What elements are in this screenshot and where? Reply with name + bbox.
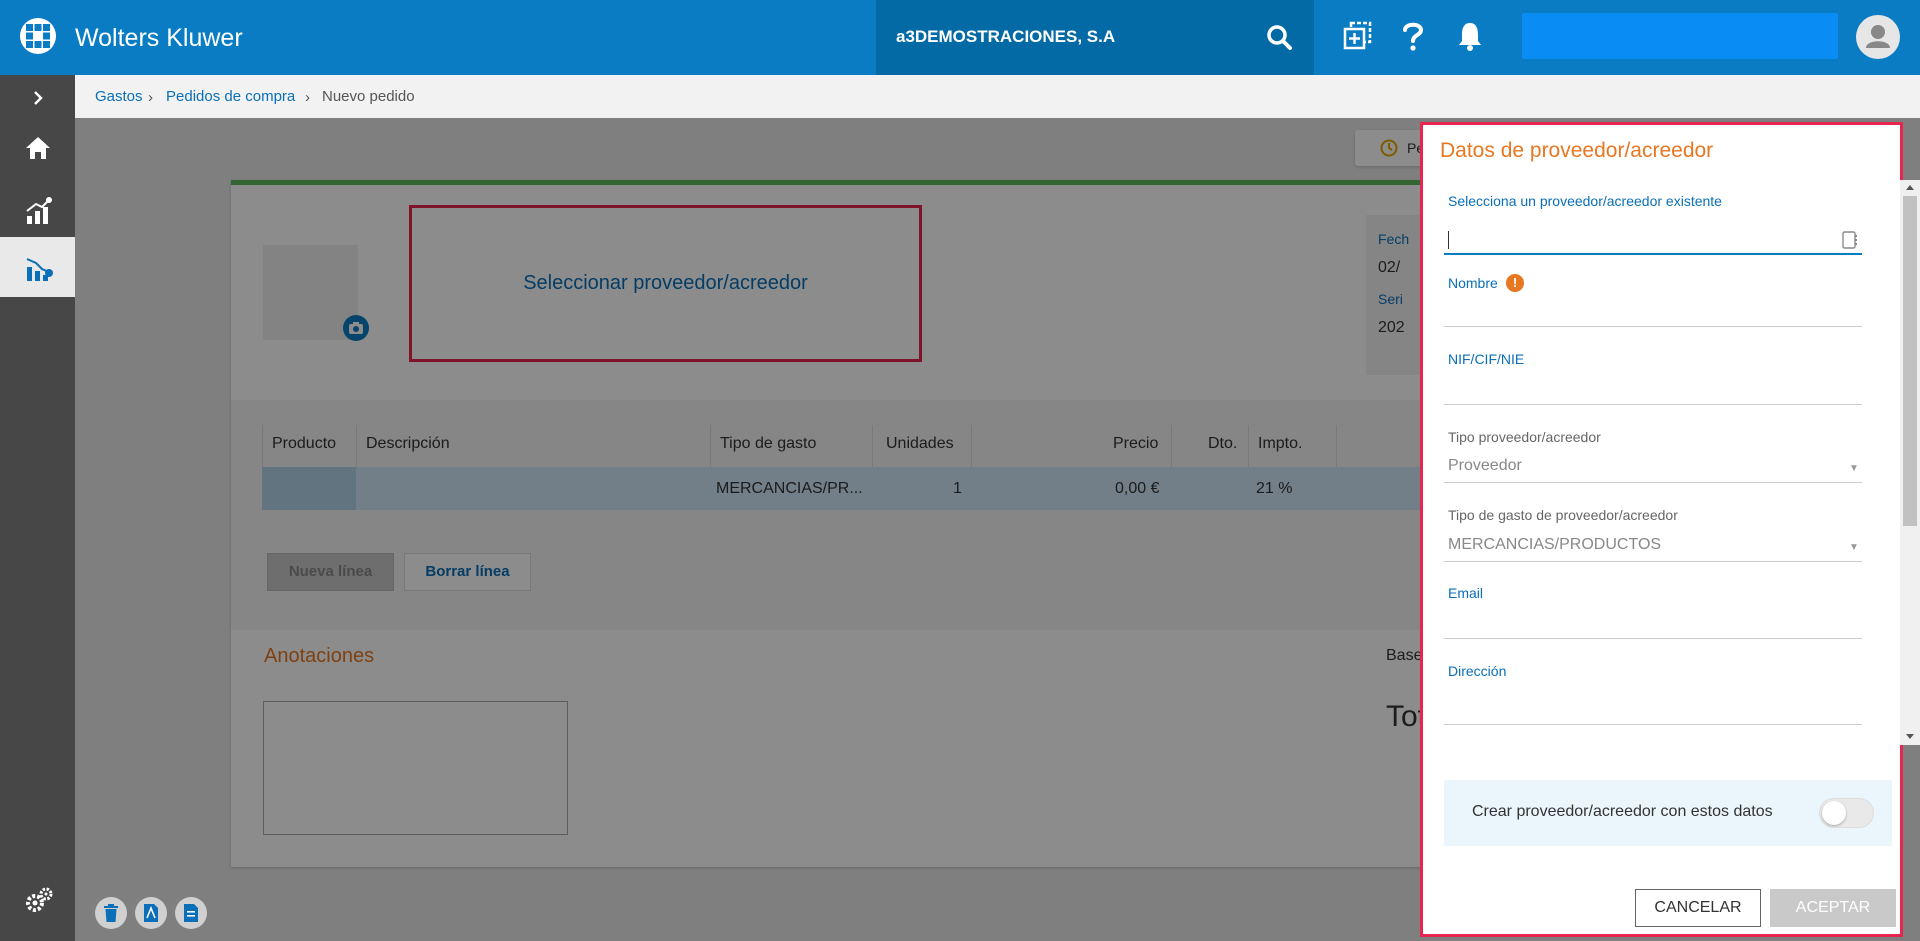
nif-label: NIF/CIF/NIE [1448,351,1525,367]
text-caret [1448,231,1449,249]
search-icon[interactable] [1266,24,1292,50]
top-bar-field[interactable] [1522,13,1838,59]
expenses-chart-icon [26,258,53,281]
export-document-button[interactable] [175,897,207,929]
company-name: a3DEMOSTRACIONES, S.A [896,27,1116,46]
expense-type-label: Tipo de gasto de proveedor/acreedor [1448,507,1678,523]
supplier-panel: Datos de proveedor/acreedor Selecciona u… [1420,122,1903,937]
nif-input[interactable] [1444,375,1862,405]
dropdown-arrow-icon: ▼ [1849,463,1859,474]
chevron-right-icon [34,91,43,105]
address-input[interactable] [1444,685,1862,725]
sales-chart-icon [26,197,52,224]
breadcrumb-gastos[interactable]: Gastos [95,88,143,105]
bell-icon[interactable] [1456,20,1484,52]
supplier-type-select[interactable]: Proveedor ▼ [1444,451,1862,483]
trash-icon [104,904,118,922]
user-icon [1866,25,1890,48]
gears-icon [26,887,53,912]
expense-type-select[interactable]: MERCANCIAS/PRODUCTOS ▼ [1444,530,1862,562]
nav-expenses[interactable] [0,237,75,297]
expand-nav-button[interactable] [0,83,75,113]
breadcrumb-current: Nuevo pedido [322,88,415,105]
add-document-icon[interactable] [1342,20,1374,52]
accept-button[interactable]: ACEPTAR [1770,889,1896,927]
breadcrumb-separator: › [305,89,310,106]
contacts-book-icon[interactable] [1842,231,1858,249]
brand-name: Wolters Kluwer [75,24,243,52]
create-supplier-option: Crear proveedor/acreedor con estos datos [1444,780,1892,846]
supplier-type-value: Proveedor [1448,457,1522,474]
supplier-type-label: Tipo proveedor/acreedor [1448,429,1601,445]
home-icon [26,137,50,159]
existing-supplier-input[interactable] [1444,225,1862,255]
company-selector[interactable]: a3DEMOSTRACIONES, S.A [876,0,1314,75]
warning-icon: ! [1506,274,1524,292]
nav-settings[interactable] [0,870,75,930]
nav-home[interactable] [0,118,75,178]
cancel-button[interactable]: CANCELAR [1635,889,1761,927]
address-label: Dirección [1448,663,1507,679]
scroll-up-icon[interactable] [1905,183,1915,191]
panel-scrollbar[interactable] [1900,180,1920,745]
user-avatar[interactable] [1856,15,1900,59]
breadcrumb-separator: › [148,89,153,106]
name-input[interactable] [1444,297,1862,327]
pdf-icon [144,904,158,922]
left-nav [0,75,75,941]
scrollbar-thumb[interactable] [1903,196,1917,526]
dropdown-arrow-icon: ▼ [1849,542,1859,553]
create-supplier-label: Crear proveedor/acreedor con estos datos [1472,803,1773,820]
create-supplier-toggle[interactable] [1819,798,1874,828]
existing-supplier-label: Selecciona un proveedor/acreedor existen… [1448,193,1722,209]
expense-type-value: MERCANCIAS/PRODUCTOS [1448,536,1662,553]
name-label: Nombre [1448,275,1498,291]
delete-order-button[interactable] [95,897,127,929]
email-label: Email [1448,585,1484,601]
nav-sales[interactable] [0,180,75,240]
scroll-down-icon[interactable] [1905,733,1915,741]
export-pdf-button[interactable] [135,897,167,929]
toggle-knob [1822,801,1846,825]
help-icon[interactable] [1400,20,1426,52]
supplier-panel-title: Datos de proveedor/acreedor [1440,139,1714,162]
breadcrumb-pedidos-compra[interactable]: Pedidos de compra [166,88,295,105]
breadcrumb: Gastos › Pedidos de compra › Nuevo pedid… [75,75,1920,118]
document-export-icon [184,904,198,922]
email-input[interactable] [1444,609,1862,639]
top-bar: Wolters Kluwer a3DEMOSTRACIONES, S.A [0,0,1920,75]
wolters-kluwer-logo[interactable] [20,18,56,54]
